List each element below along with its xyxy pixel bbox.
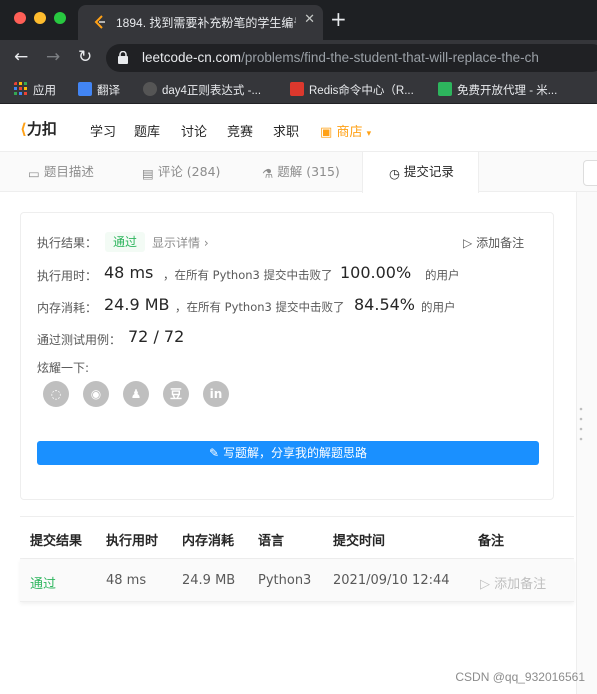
runtime-suffix: 的用户 [425, 268, 460, 282]
memory-desc: ，在所有 Python3 提交中击败了 [175, 300, 345, 314]
watermark: CSDN @qq_932016561 [455, 670, 585, 684]
leetcode-favicon-icon [94, 15, 105, 29]
bookmark-proxy[interactable]: 免费开放代理 - 米... [438, 82, 557, 98]
apps-grid-icon [14, 82, 27, 95]
nav-contest[interactable]: 竞赛 [227, 121, 253, 140]
editor-panel-stub [583, 160, 597, 186]
translate-icon [78, 82, 92, 96]
write-solution-button[interactable]: ✎ 写题解，分享我的解题思路 [37, 441, 539, 465]
add-note-button[interactable]: ▷ 添加备注 [463, 234, 524, 251]
store-icon: ▣ [320, 125, 333, 140]
browser-toolbar: ← → ↻ leetcode-cn.com/problems/find-the-… [0, 40, 597, 76]
testcases-value: 72 / 72 [128, 327, 185, 346]
leetcode-logo[interactable]: ⟨力扣 [20, 118, 57, 139]
col-status: 提交结果 [30, 534, 83, 549]
runtime-desc: ，在所有 Python3 提交中击败了 [163, 268, 333, 282]
tab-title: 1894. 找到需要补充粉笔的学生编号 [116, 16, 296, 30]
browser-titlebar: 1894. 找到需要补充粉笔的学生编号 ✕ + [0, 0, 597, 40]
row-submit-time: 2021/09/10 12:44 [333, 573, 450, 588]
submission-result-card: 执行结果： 通过 显示详情 › ▷ 添加备注 执行用时： 48 ms ，在所有 … [20, 212, 554, 500]
col-memory: 内存消耗 [182, 534, 235, 549]
url-text: leetcode-cn.com/problems/find-the-studen… [142, 50, 539, 65]
chevron-down-icon: ▾ [366, 129, 372, 139]
nav-problems[interactable]: 题库 [134, 121, 160, 140]
row-language: Python3 [258, 573, 312, 588]
memory-suffix: 的用户 [421, 300, 456, 314]
memory-label: 内存消耗： [37, 301, 98, 315]
tab-description[interactable]: ▭ 题目描述 [28, 152, 94, 192]
tab-submissions[interactable]: ◷ 提交记录 [362, 152, 479, 193]
github-icon [143, 82, 157, 96]
comment-icon: ▤ [142, 166, 154, 181]
new-tab-icon[interactable]: + [330, 9, 347, 29]
clock-icon: ◷ [389, 166, 400, 181]
flag-icon: ▷ [463, 236, 473, 250]
share-label: 炫耀一下: [37, 361, 90, 375]
status-label: 执行结果： [37, 236, 98, 250]
bookmarks-bar: 应用 翻译 day4正则表达式 -... Redis命令中心（R... 免费开放… [0, 76, 597, 104]
runtime-percent: 100.00% [340, 263, 412, 282]
runtime-label: 执行用时： [37, 269, 98, 283]
nav-learn[interactable]: 学习 [90, 121, 116, 140]
reload-icon[interactable]: ↻ [78, 48, 92, 66]
problem-tabs: ▭ 题目描述 ▤ 评论 (284) ⚗ 题解 (315) ◷ 提交记录 [0, 152, 597, 193]
minimize-window-button[interactable] [34, 12, 46, 24]
row-memory: 24.9 MB [182, 573, 236, 588]
status-badge: 通过 [105, 232, 146, 252]
flask-icon: ⚗ [262, 166, 274, 181]
zoom-window-button[interactable] [54, 12, 66, 24]
table-header: 提交结果 执行用时 内存消耗 语言 提交时间 备注 [20, 516, 574, 559]
site-navbar: ⟨力扣 学习 题库 讨论 竞赛 求职 ▣ 商店 ▾ [0, 104, 597, 152]
lock-icon [118, 51, 128, 64]
bookmark-regex[interactable]: day4正则表达式 -... [143, 82, 261, 98]
flag-icon: ▷ [480, 577, 490, 592]
memory-value: 24.9 MB [104, 295, 170, 314]
weibo-icon[interactable]: ◉ [83, 381, 109, 407]
redis-icon [290, 82, 304, 96]
show-details-link[interactable]: 显示详情 › [152, 234, 209, 251]
bookmark-apps[interactable]: 应用 [14, 82, 56, 98]
back-icon[interactable]: ← [14, 48, 28, 66]
row-status[interactable]: 通过 [30, 573, 56, 592]
douban-icon[interactable]: 豆 [163, 381, 189, 407]
resize-handle-icon[interactable] [579, 405, 583, 449]
tab-comments[interactable]: ▤ 评论 (284) [142, 152, 220, 192]
bookmark-translate[interactable]: 翻译 [78, 82, 120, 98]
nav-store[interactable]: ▣ 商店 ▾ [320, 121, 371, 140]
bookmark-redis[interactable]: Redis命令中心（R... [290, 82, 414, 98]
linkedin-icon[interactable]: in [203, 381, 229, 407]
wechat-icon[interactable]: ◌ [43, 381, 69, 407]
close-window-button[interactable] [14, 12, 26, 24]
nav-jobs[interactable]: 求职 [273, 121, 299, 140]
document-icon: ▭ [28, 166, 40, 181]
browser-tab[interactable]: 1894. 找到需要补充粉笔的学生编号 ✕ [78, 5, 323, 40]
nav-discuss[interactable]: 讨论 [181, 121, 207, 140]
row-runtime: 48 ms [106, 573, 147, 588]
col-submit-time: 提交时间 [333, 534, 386, 549]
qq-icon[interactable]: ♟ [123, 381, 149, 407]
table-row[interactable]: 通过 48 ms 24.9 MB Python3 2021/09/10 12:4… [20, 559, 574, 602]
row-add-note[interactable]: ▷ 添加备注 [480, 573, 546, 592]
checkmark-icon [438, 82, 452, 96]
col-note: 备注 [478, 534, 505, 549]
forward-icon[interactable]: → [46, 48, 60, 66]
tab-solutions[interactable]: ⚗ 题解 (315) [262, 152, 340, 192]
memory-percent: 84.54% [354, 295, 416, 314]
close-tab-icon[interactable]: ✕ [304, 12, 315, 27]
address-bar[interactable]: leetcode-cn.com/problems/find-the-studen… [106, 44, 597, 72]
col-runtime: 执行用时 [106, 534, 159, 549]
pencil-icon: ✎ [209, 446, 220, 460]
col-language: 语言 [258, 534, 285, 549]
testcases-label: 通过测试用例： [37, 333, 122, 347]
submissions-table: 提交结果 执行用时 内存消耗 语言 提交时间 备注 通过 48 ms 24.9 … [20, 516, 574, 602]
runtime-value: 48 ms [104, 263, 154, 282]
